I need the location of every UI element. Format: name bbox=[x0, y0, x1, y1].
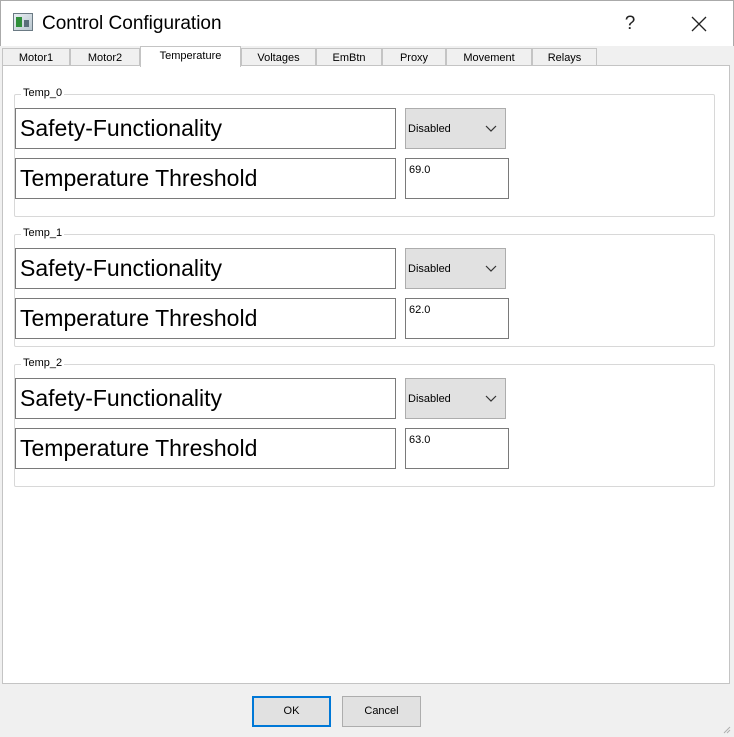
chevron-down-icon bbox=[485, 125, 497, 132]
safety-functionality-label: Safety-Functionality bbox=[15, 248, 396, 289]
temperature-threshold-input[interactable]: 63.0 bbox=[405, 428, 509, 469]
group-title: Temp_0 bbox=[21, 87, 65, 99]
safety-functionality-select[interactable]: Disabled bbox=[405, 378, 506, 419]
temperature-tab-pane: Temp_0 Safety-Functionality Disabled Tem… bbox=[2, 65, 730, 684]
tab-temperature[interactable]: Temperature bbox=[140, 46, 241, 67]
close-button[interactable] bbox=[676, 7, 722, 41]
group-temp-2: Temp_2 Safety-Functionality Disabled Tem… bbox=[14, 357, 715, 487]
safety-functionality-label: Safety-Functionality bbox=[15, 108, 396, 149]
group-temp-0: Temp_0 Safety-Functionality Disabled Tem… bbox=[14, 87, 715, 217]
safety-functionality-select[interactable]: Disabled bbox=[405, 108, 506, 149]
help-button[interactable]: ? bbox=[607, 7, 653, 41]
temperature-threshold-label: Temperature Threshold bbox=[15, 298, 396, 339]
temperature-threshold-input[interactable]: 62.0 bbox=[405, 298, 509, 339]
close-icon bbox=[691, 16, 707, 32]
select-value: Disabled bbox=[408, 263, 451, 275]
safety-functionality-label: Safety-Functionality bbox=[15, 378, 396, 419]
temperature-threshold-label: Temperature Threshold bbox=[15, 158, 396, 199]
safety-functionality-select[interactable]: Disabled bbox=[405, 248, 506, 289]
temperature-threshold-label: Temperature Threshold bbox=[15, 428, 396, 469]
temperature-threshold-input[interactable]: 69.0 bbox=[405, 158, 509, 199]
group-temp-1: Temp_1 Safety-Functionality Disabled Tem… bbox=[14, 227, 715, 347]
cancel-button[interactable]: Cancel bbox=[342, 696, 421, 727]
chevron-down-icon bbox=[485, 265, 497, 272]
resize-grip-icon[interactable] bbox=[721, 724, 731, 734]
select-value: Disabled bbox=[408, 123, 451, 135]
chevron-down-icon bbox=[485, 395, 497, 402]
window-title: Control Configuration bbox=[42, 13, 222, 34]
ok-button[interactable]: OK bbox=[252, 696, 331, 727]
group-title: Temp_2 bbox=[21, 357, 65, 369]
app-config-icon bbox=[13, 13, 33, 31]
group-title: Temp_1 bbox=[21, 227, 65, 239]
title-bar: Control Configuration ? bbox=[0, 0, 734, 46]
select-value: Disabled bbox=[408, 393, 451, 405]
